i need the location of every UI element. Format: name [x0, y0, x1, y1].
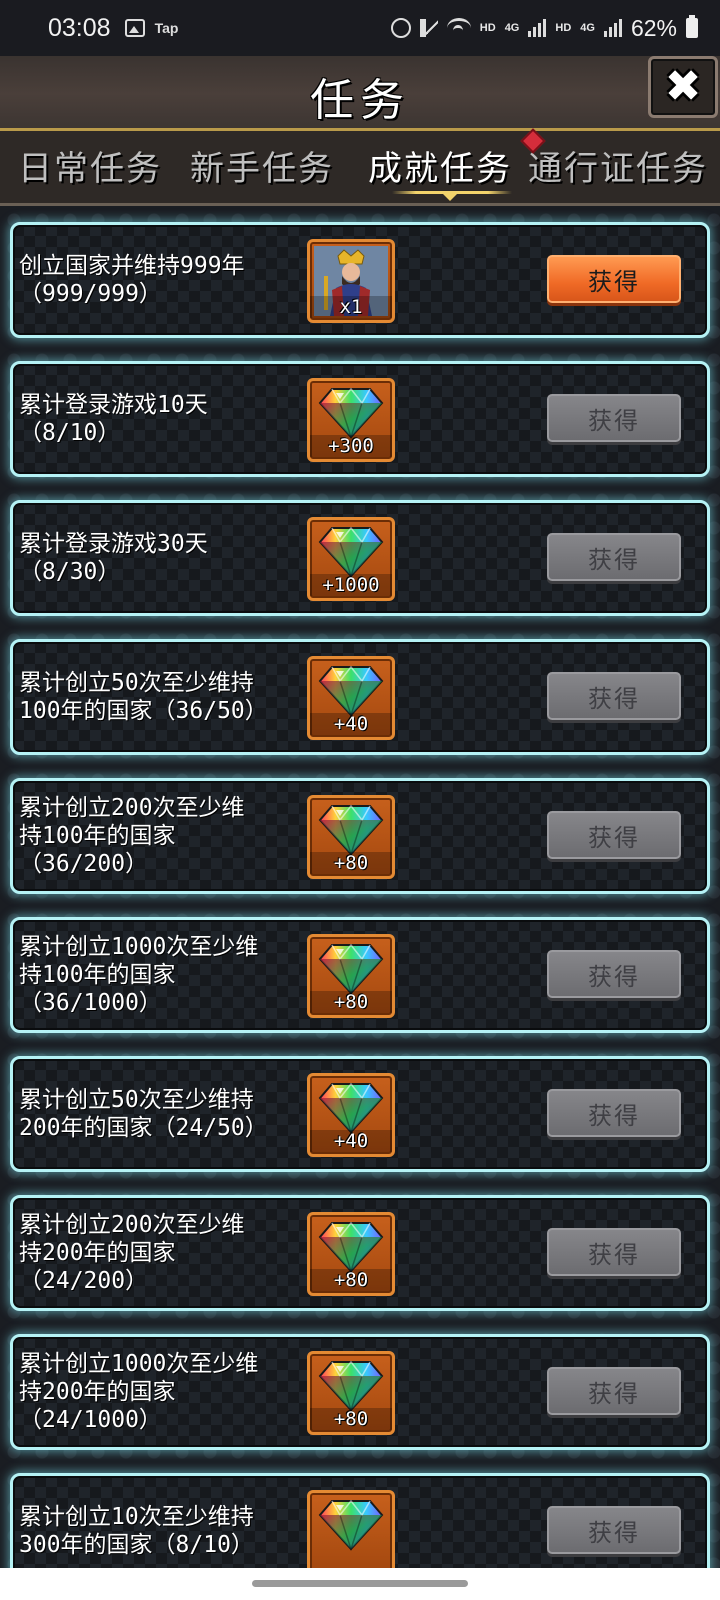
status-time: 03:08 [48, 13, 111, 42]
task-tabs: 日常任务 新手任务 成就任务 通行证任务 [0, 128, 720, 206]
task-card: 累计创立1000次至少维 持200年的国家 （24/1000） +80 获得 [10, 1334, 710, 1450]
gem-icon [318, 387, 384, 439]
task-description: 累计创立10次至少维持 300年的国家（8/10） [19, 1504, 254, 1558]
reward-slot[interactable]: +80 [307, 1351, 395, 1435]
task-description: 累计创立50次至少维持 100年的国家（36/50） [19, 670, 268, 724]
claim-button[interactable]: 获得 [547, 533, 681, 581]
task-description: 累计创立200次至少维 持200年的国家 （24/200） [19, 1212, 245, 1294]
reward-slot[interactable]: +80 [307, 1212, 395, 1296]
task-description: 累计创立200次至少维 持100年的国家 （36/200） [19, 795, 245, 877]
tab-newbie[interactable]: 新手任务 [190, 141, 334, 190]
gallery-icon [124, 19, 145, 37]
home-indicator[interactable] [252, 1580, 468, 1587]
wifi-icon [446, 18, 471, 38]
network-label: HD [555, 22, 572, 34]
close-button[interactable]: ✖ [648, 56, 718, 118]
claim-button[interactable]: 获得 [547, 1089, 681, 1137]
reward-amount: +40 [310, 713, 392, 735]
task-description: 累计创立1000次至少维 持100年的国家 （36/1000） [19, 934, 259, 1016]
reward-amount: +1000 [310, 574, 392, 596]
page-header: 任务 ✖ [0, 56, 720, 132]
battery-icon [686, 15, 698, 38]
battery-level: 62% [630, 14, 677, 41]
reward-slot[interactable]: x1 [307, 239, 395, 323]
gem-icon [318, 804, 384, 856]
gem-icon [318, 1499, 384, 1551]
reward-amount: +80 [310, 1408, 392, 1430]
task-card: 创立国家并维持999年 （999/999） x1 获得 [10, 222, 710, 338]
reward-amount: +40 [310, 1130, 392, 1152]
gem-icon [318, 526, 384, 578]
claim-button[interactable]: 获得 [547, 394, 681, 442]
reward-slot[interactable]: +40 [307, 1073, 395, 1157]
reward-amount: x1 [310, 296, 392, 318]
tab-pass[interactable]: 通行证任务 [528, 141, 708, 190]
claim-button[interactable]: 获得 [547, 1506, 681, 1554]
task-card: 累计创立50次至少维持 200年的国家（24/50） +40 获得 [10, 1056, 710, 1172]
network-label: 4G [580, 22, 595, 34]
task-description: 创立国家并维持999年 （999/999） [19, 253, 245, 307]
page-title: 任务 [310, 75, 410, 126]
gem-icon [318, 1221, 384, 1273]
reward-slot[interactable]: +300 [307, 378, 395, 462]
task-description: 累计登录游戏10天 （8/10） [19, 392, 208, 446]
task-card: 累计创立10次至少维持 300年的国家（8/10） 获得 [10, 1473, 710, 1568]
claim-button[interactable]: 获得 [547, 811, 681, 859]
status-bar: 03:08 Tap HD 4G HD 4G 62% [0, 0, 720, 56]
gem-icon [318, 1082, 384, 1134]
reward-slot[interactable]: +1000 [307, 517, 395, 601]
gem-icon [318, 665, 384, 717]
reward-amount: +80 [310, 991, 392, 1013]
system-nav-bar [0, 1568, 720, 1600]
reward-amount: +80 [310, 852, 392, 874]
reward-amount: +300 [310, 435, 392, 457]
active-tab-caret-icon [442, 193, 458, 201]
close-x-icon: ✖ [664, 61, 702, 112]
network-label: HD [479, 22, 496, 34]
task-description: 累计登录游戏30天 （8/30） [19, 531, 208, 585]
reward-amount: +80 [310, 1269, 392, 1291]
reward-slot[interactable]: +80 [307, 934, 395, 1018]
mute-icon [419, 19, 438, 37]
gem-icon [318, 1360, 384, 1412]
gem-icon [318, 943, 384, 995]
alarm-icon [390, 18, 411, 38]
claim-button[interactable]: 获得 [547, 1228, 681, 1276]
network-label: 4G [504, 22, 520, 34]
task-card: 累计创立200次至少维 持200年的国家 （24/200） +80 获得 [10, 1195, 710, 1311]
tab-daily[interactable]: 日常任务 [18, 141, 162, 190]
claim-button[interactable]: 获得 [547, 950, 681, 998]
task-card: 累计创立1000次至少维 持100年的国家 （36/1000） +80 获得 [10, 917, 710, 1033]
reward-slot[interactable]: +40 [307, 656, 395, 740]
task-card: 累计登录游戏10天 （8/10） +300 获得 [10, 361, 710, 477]
reward-slot[interactable]: +80 [307, 795, 395, 879]
task-card: 累计登录游戏30天 （8/30） +1000 获得 [10, 500, 710, 616]
reward-slot[interactable] [307, 1490, 395, 1568]
task-list[interactable]: 创立国家并维持999年 （999/999） x1 获得 累计登录游戏10天 （8/10… [0, 206, 720, 1568]
claim-button[interactable]: 获得 [547, 1367, 681, 1415]
task-description: 累计创立50次至少维持 200年的国家（24/50） [19, 1087, 268, 1141]
task-description: 累计创立1000次至少维 持200年的国家 （24/1000） [19, 1351, 259, 1433]
claim-button[interactable]: 获得 [547, 672, 681, 720]
signal-icon [528, 19, 547, 37]
task-card: 累计创立200次至少维 持100年的国家 （36/200） +80 获得 [10, 778, 710, 894]
signal-icon [603, 19, 622, 37]
claim-button[interactable]: 获得 [547, 255, 681, 303]
tap-app-label: Tap [154, 20, 179, 36]
task-card: 累计创立50次至少维持 100年的国家（36/50） +40 获得 [10, 639, 710, 755]
tab-achievement[interactable]: 成就任务 [368, 141, 512, 190]
